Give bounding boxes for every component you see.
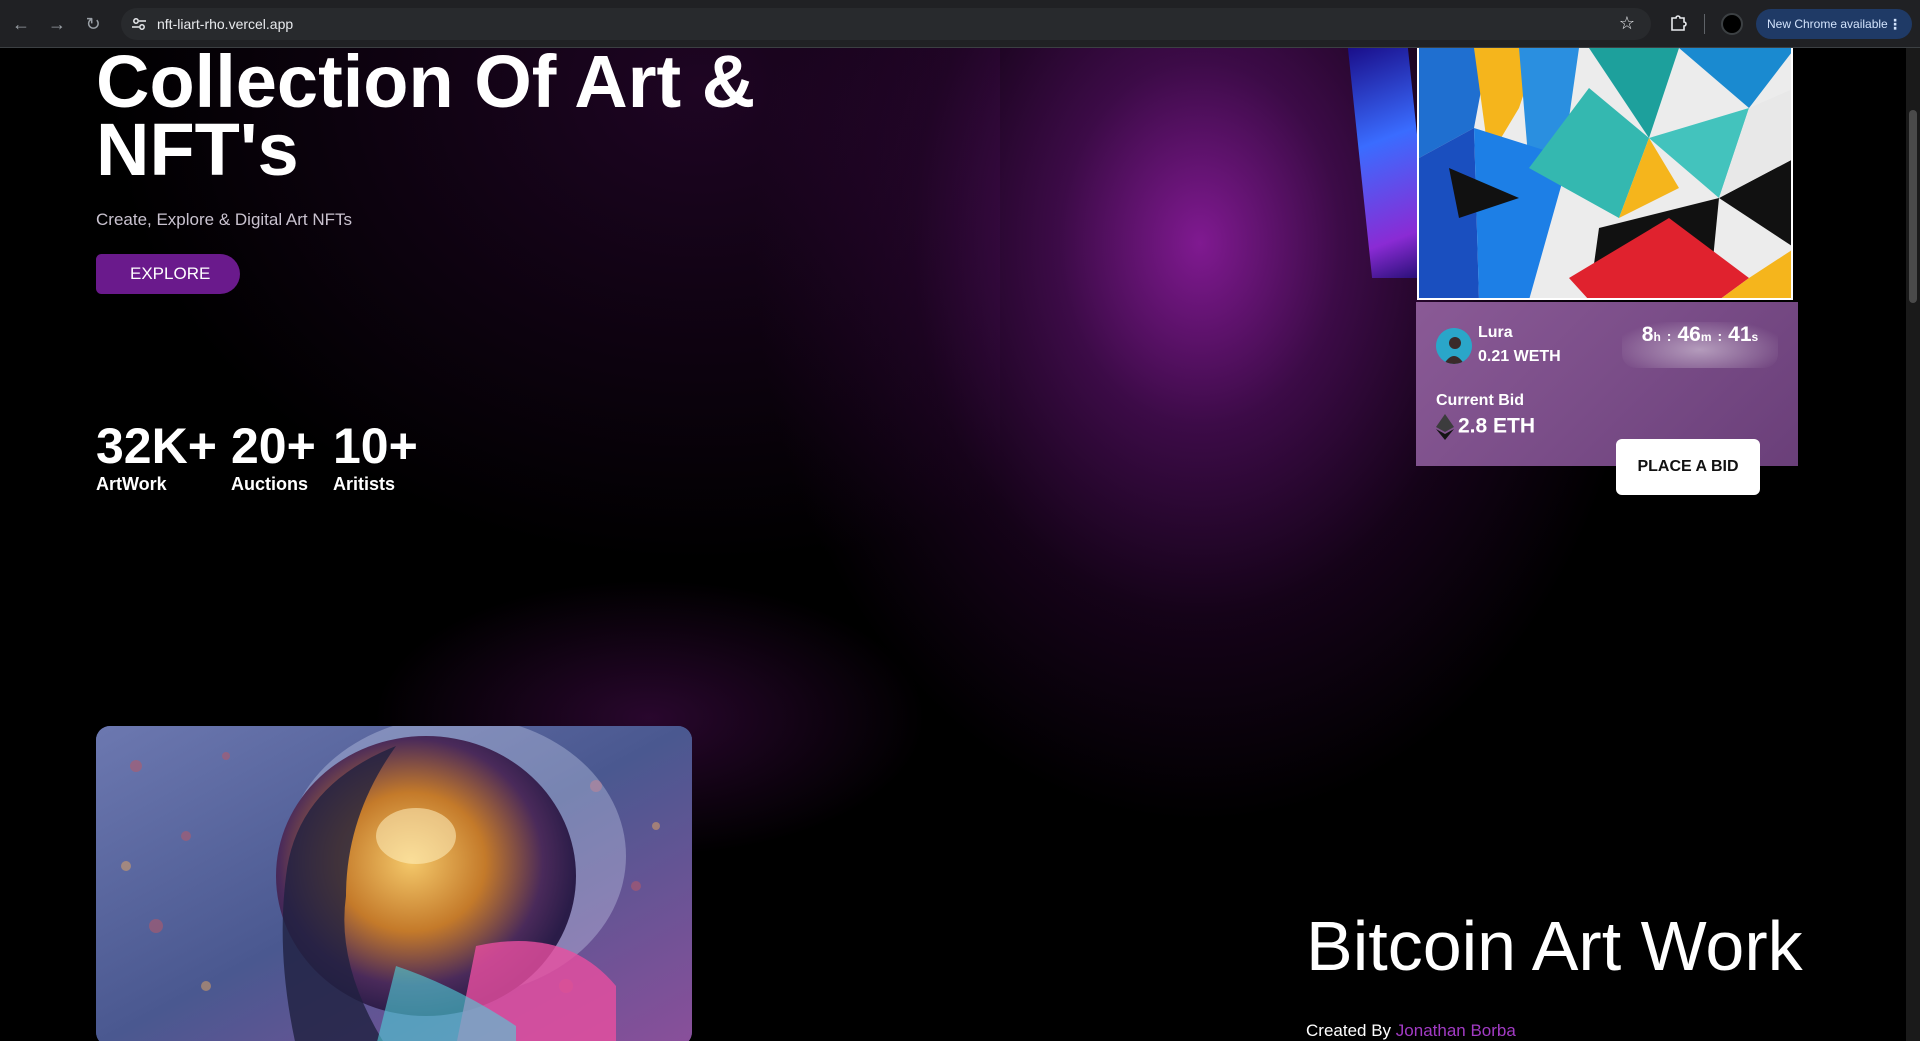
timer-seconds: 41: [1728, 323, 1752, 346]
timer-seconds-unit: s: [1751, 330, 1759, 344]
stat-value: 20+: [231, 418, 316, 474]
url-text[interactable]: nft-liart-rho.vercel.app: [157, 16, 293, 32]
reload-icon[interactable]: ↻: [82, 13, 104, 35]
current-bid-value: 2.8 ETH: [1436, 414, 1535, 440]
stat-auctions: 20+ Auctions: [231, 420, 316, 495]
stat-label: Aritists: [333, 474, 396, 494]
browser-toolbar: ← → ↻ nft-liart-rho.vercel.app ☆ New Chr…: [0, 0, 1920, 48]
created-by-line: Created By Jonathan Borba: [1306, 1021, 1516, 1041]
scrollbar-thumb[interactable]: [1909, 110, 1917, 303]
created-by-label: Created By: [1306, 1021, 1392, 1040]
address-bar[interactable]: nft-liart-rho.vercel.app ☆: [121, 8, 1651, 40]
timer-hours: 8: [1641, 323, 1654, 346]
abstract-art: [1419, 48, 1791, 298]
site-settings-icon[interactable]: [131, 16, 147, 32]
place-bid-button[interactable]: PLACE A BID: [1616, 439, 1760, 495]
astronaut-artwork-image[interactable]: [96, 726, 692, 1041]
chrome-update-button[interactable]: New Chrome available ⋮: [1756, 9, 1912, 39]
seller-name[interactable]: Lura: [1478, 324, 1513, 342]
hero-title: Collection Of Art & NFT's: [96, 48, 756, 191]
profile-avatar[interactable]: [1721, 13, 1743, 35]
forward-icon[interactable]: →: [46, 13, 68, 35]
page: Collection Of Art & NFT's Create, Explor…: [0, 48, 1906, 1041]
menu-kebab-icon[interactable]: ⋮: [1888, 9, 1902, 39]
timer-minutes-unit: m: [1700, 330, 1712, 344]
stat-value: 10+: [333, 418, 418, 474]
current-bid-label: Current Bid: [1436, 392, 1524, 409]
stat-artists: 10+ Aritists: [333, 420, 418, 495]
auction-countdown: 8h:46m:41s: [1622, 322, 1778, 368]
seller-avatar[interactable]: [1436, 328, 1472, 364]
bookmark-star-icon[interactable]: ☆: [1619, 13, 1635, 34]
stat-label: Auctions: [231, 474, 309, 494]
stat-value: 32K+: [96, 418, 217, 474]
featured-title: Bitcoin Art Work: [1306, 907, 1803, 985]
author-link[interactable]: Jonathan Borba: [1396, 1021, 1516, 1040]
astronaut-painting: [96, 726, 692, 1041]
timer-hours-unit: h: [1653, 330, 1661, 344]
stat-artwork: 32K+ ArtWork: [96, 420, 217, 495]
person-icon: [1436, 328, 1472, 364]
current-bid-amount: 2.8 ETH: [1458, 414, 1536, 438]
stat-label: ArtWork: [96, 474, 167, 494]
explore-button[interactable]: EXPLORE: [96, 254, 240, 294]
extensions-icon[interactable]: [1668, 12, 1690, 34]
auction-artwork-image[interactable]: [1417, 48, 1793, 300]
seller-price: 0.21 WETH: [1478, 348, 1561, 365]
timer-minutes: 46: [1677, 323, 1701, 346]
ethereum-icon: [1436, 414, 1454, 440]
update-label: New Chrome available: [1767, 17, 1888, 31]
back-icon[interactable]: ←: [10, 13, 32, 35]
auction-card: Lura 0.21 WETH 8h:46m:41s Current Bid 2.…: [1416, 302, 1798, 495]
toolbar-divider: [1704, 14, 1705, 34]
hero-subtitle: Create, Explore & Digital Art NFTs: [96, 210, 353, 229]
